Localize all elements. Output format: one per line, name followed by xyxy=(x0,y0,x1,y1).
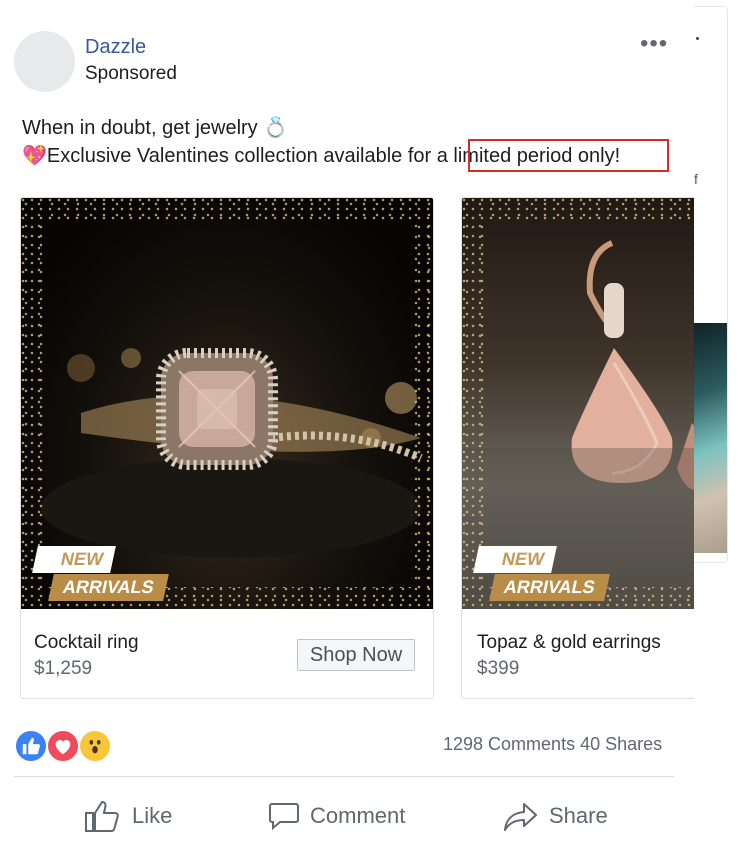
shares-count-link[interactable]: 40 Shares xyxy=(580,734,662,754)
badge-new-text: NEW xyxy=(32,546,116,573)
share-label: Share xyxy=(549,803,608,828)
card-title[interactable]: Cocktail ring xyxy=(34,632,139,654)
comment-bubble-icon xyxy=(269,803,299,831)
thumbs-up-icon xyxy=(85,800,119,832)
carousel-card-cocktail-ring[interactable]: NEW ARRIVALS Cocktail ring $1,259 Shop N… xyxy=(20,197,434,699)
share-arrow-icon xyxy=(504,803,537,831)
card-price: $399 xyxy=(477,658,520,679)
reactions-summary[interactable] xyxy=(14,729,119,765)
new-arrivals-badge: NEW ARRIVALS xyxy=(32,544,169,601)
card-price: $1,259 xyxy=(34,658,93,679)
share-button[interactable]: Share xyxy=(503,796,608,836)
new-arrivals-badge: NEW ARRIVALS xyxy=(473,544,610,601)
engagement-counts: 1298 Comments 40 Shares xyxy=(443,734,662,755)
love-reaction-icon xyxy=(46,729,80,763)
adjacent-more-dot xyxy=(696,37,699,40)
page-name-link[interactable]: Dazzle xyxy=(85,36,146,59)
ring-product-image[interactable]: NEW ARRIVALS xyxy=(21,198,433,609)
wow-reaction-icon xyxy=(78,729,112,763)
badge-arrivals-text: ARRIVALS xyxy=(489,574,610,601)
sponsored-label[interactable]: Sponsored xyxy=(85,63,177,85)
heart-emoji-icon: 💖 xyxy=(22,145,47,167)
comment-label: Comment xyxy=(310,803,406,828)
adjacent-image xyxy=(694,323,727,553)
divider xyxy=(14,776,674,777)
adjacent-text-fragment: f xyxy=(694,171,698,187)
ring-emoji-icon: 💍 xyxy=(263,117,289,139)
comment-button[interactable]: Comment xyxy=(268,796,405,836)
badge-new-text: NEW xyxy=(473,546,557,573)
post-text-1: When in doubt, get jewelry xyxy=(22,117,258,139)
earrings-product-image[interactable]: NEW ARRIVALS xyxy=(462,198,694,609)
shop-now-button[interactable]: Shop Now xyxy=(297,639,415,671)
avatar[interactable] xyxy=(14,31,75,92)
adjacent-post-card: f xyxy=(694,6,728,563)
badge-arrivals-text: ARRIVALS xyxy=(48,574,169,601)
comments-count-link[interactable]: 1298 Comments xyxy=(443,734,575,754)
like-label: Like xyxy=(132,803,173,828)
sponsored-post: Dazzle Sponsored ••• When in doubt, get … xyxy=(0,0,694,861)
like-reaction-icon xyxy=(14,729,48,763)
post-text-line-1: When in doubt, get jewelry 💍 xyxy=(22,115,288,140)
highlight-box xyxy=(468,139,669,172)
card-title[interactable]: Topaz & gold earrings xyxy=(477,632,661,654)
carousel-card-topaz-earrings[interactable]: NEW ARRIVALS Topaz & gold earrings $399 xyxy=(461,197,694,699)
more-options-icon[interactable]: ••• xyxy=(640,30,668,58)
like-button[interactable]: Like xyxy=(84,796,172,836)
